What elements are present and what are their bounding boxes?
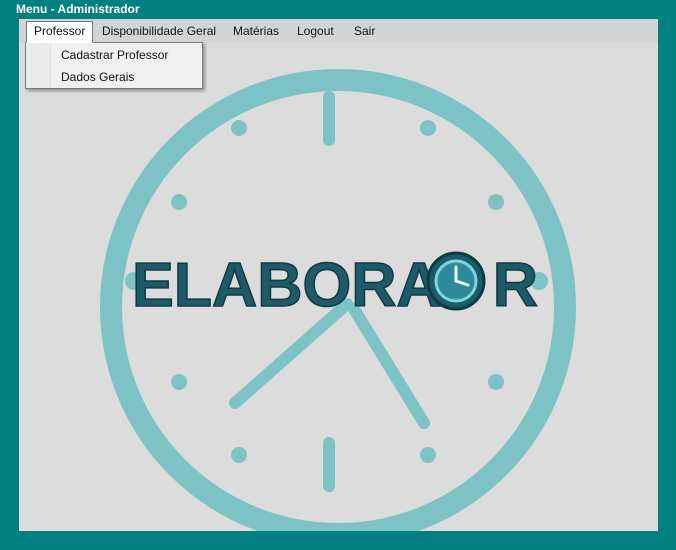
menu-professor[interactable]: Professor: [26, 21, 94, 43]
menu-materias-label: Matérias: [233, 24, 280, 38]
professor-dropdown-menu: Cadastrar Professor Dados Gerais: [25, 42, 203, 89]
elaborator-logo: ELABORAT R: [100, 69, 576, 531]
dropdown-item-cadastrar-professor[interactable]: Cadastrar Professor: [61, 46, 168, 64]
menu-sair[interactable]: Sair: [347, 22, 382, 41]
menu-materias[interactable]: Matérias: [226, 22, 286, 41]
menu-sair-label: Sair: [354, 24, 376, 38]
menu-bar: Professor Disponibilidade Geral Matérias…: [19, 19, 658, 43]
menu-disponibilidade-geral[interactable]: Disponibilidade Geral: [95, 22, 223, 41]
logo-clock-o-icon: [426, 251, 486, 311]
main-client-area: ELABORAT R Professor Disponibilidade Ger…: [19, 19, 658, 531]
window-title: Menu - Administrador: [16, 2, 140, 16]
dropdown-icon-margin: [26, 43, 51, 88]
menu-professor-label: Professor: [34, 24, 86, 38]
window-titlebar: Menu - Administrador: [0, 0, 676, 18]
clock-hands: [229, 298, 430, 429]
menu-logout-label: Logout: [297, 24, 334, 38]
menu-logout[interactable]: Logout: [290, 22, 341, 41]
menu-disponibilidade-geral-label: Disponibilidade Geral: [102, 24, 217, 38]
dropdown-item-dados-gerais[interactable]: Dados Gerais: [61, 68, 134, 86]
